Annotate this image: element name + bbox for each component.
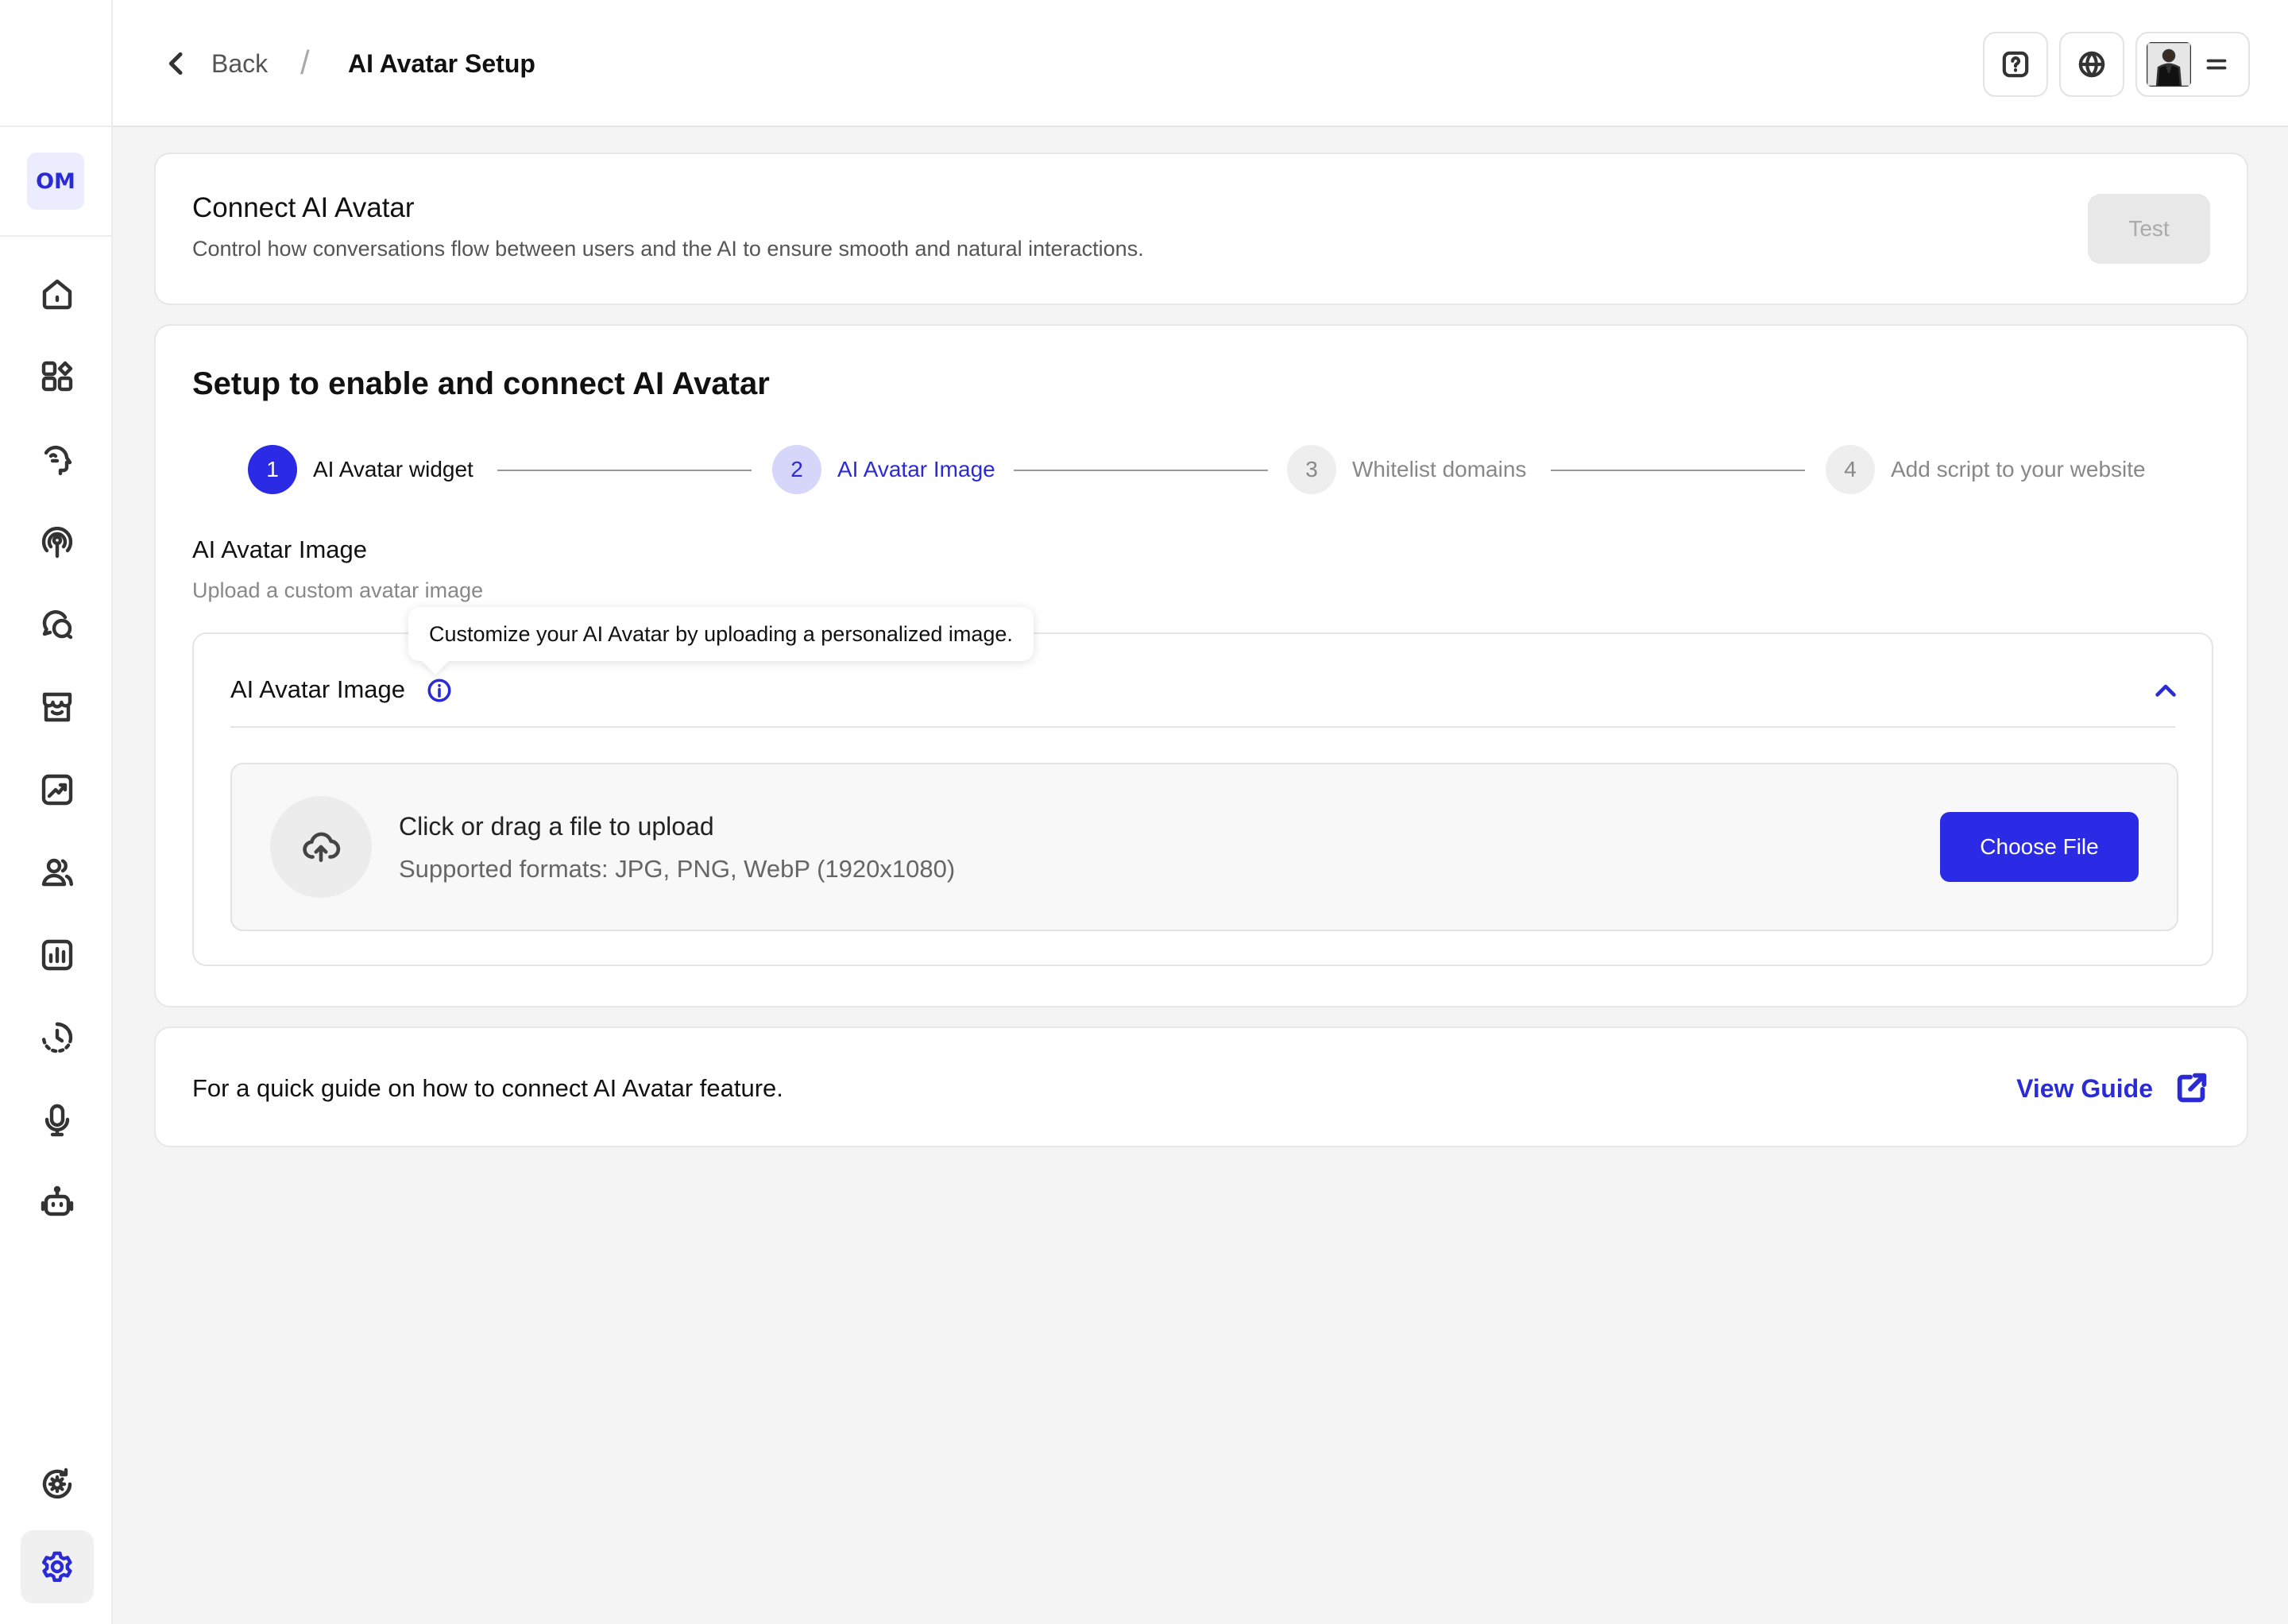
settings-icon[interactable] xyxy=(21,1530,94,1603)
upload-title: Click or drag a file to upload xyxy=(399,812,714,841)
users-icon[interactable] xyxy=(21,836,94,909)
step-4[interactable]: 4 Add script to your website xyxy=(1826,445,2146,494)
chart-up-icon[interactable] xyxy=(21,753,94,826)
step-1[interactable]: 1 AI Avatar widget xyxy=(248,445,473,494)
step-3[interactable]: 3 Whitelist domains xyxy=(1287,445,1526,494)
bar-chart-icon[interactable] xyxy=(21,918,94,992)
section-title: AI Avatar Image xyxy=(192,536,367,563)
upload-dropzone[interactable]: Click or drag a file to upload Supported… xyxy=(230,763,2178,931)
step-label: AI Avatar Image xyxy=(837,457,995,481)
view-guide-link[interactable]: View Guide xyxy=(2016,1073,2153,1104)
info-icon[interactable] xyxy=(426,677,453,704)
avatar xyxy=(2147,42,2191,87)
org-switcher: OM xyxy=(0,127,111,237)
connect-ai-avatar-card: Connect AI Avatar Control how conversati… xyxy=(154,153,2248,305)
info-tooltip: Customize your AI Avatar by uploading a … xyxy=(408,607,1034,661)
chat-icon[interactable] xyxy=(21,588,94,661)
back-button[interactable]: Back xyxy=(211,48,268,79)
history-icon[interactable] xyxy=(21,1001,94,1074)
step-number: 2 xyxy=(772,445,821,494)
org-badge[interactable]: OM xyxy=(27,153,84,210)
external-link-icon[interactable] xyxy=(2174,1069,2210,1106)
upload-formats: Supported formats: JPG, PNG, WebP (1920x… xyxy=(399,855,956,883)
setup-card: Setup to enable and connect AI Avatar 1 … xyxy=(154,324,2248,1007)
head-brain-icon[interactable] xyxy=(21,423,94,496)
connect-card-description: Control how conversations flow between u… xyxy=(192,237,1144,261)
step-connector xyxy=(1014,470,1268,471)
step-connector xyxy=(497,470,752,471)
guide-text: For a quick guide on how to connect AI A… xyxy=(192,1074,783,1102)
step-label: Add script to your website xyxy=(1891,457,2146,481)
avatar-image-panel: AI Avatar Image Click or drag a file to … xyxy=(192,632,2213,966)
help-icon xyxy=(2002,51,2029,78)
panel-title: AI Avatar Image xyxy=(230,675,405,703)
guide-card: For a quick guide on how to connect AI A… xyxy=(154,1027,2248,1147)
step-number: 4 xyxy=(1826,445,1875,494)
sidebar: OM xyxy=(0,0,113,1624)
chevron-up-icon[interactable] xyxy=(2151,677,2180,706)
step-number: 3 xyxy=(1287,445,1336,494)
page-title: AI Avatar Setup xyxy=(348,49,535,78)
grid-icon[interactable] xyxy=(21,340,94,413)
robot-icon[interactable] xyxy=(21,1166,94,1239)
connect-card-title: Connect AI Avatar xyxy=(192,192,415,223)
globe-icon xyxy=(2078,51,2105,78)
top-header: Back / AI Avatar Setup xyxy=(113,0,2288,127)
breadcrumb-separator: / xyxy=(300,44,310,81)
menu-icon xyxy=(2206,59,2227,70)
chevron-left-icon[interactable] xyxy=(160,48,192,79)
store-icon[interactable] xyxy=(21,671,94,744)
upload-icon-wrapper xyxy=(270,796,372,898)
step-connector xyxy=(1551,470,1805,471)
home-icon[interactable] xyxy=(21,257,94,331)
microphone-icon[interactable] xyxy=(21,1084,94,1157)
cloud-upload-icon xyxy=(303,832,341,862)
language-button[interactable] xyxy=(2059,32,2124,97)
sidebar-logo-area xyxy=(0,0,111,127)
step-2[interactable]: 2 AI Avatar Image xyxy=(772,445,995,494)
step-number: 1 xyxy=(248,445,297,494)
settings-refresh-icon[interactable] xyxy=(21,1448,94,1521)
setup-card-title: Setup to enable and connect AI Avatar xyxy=(192,366,770,401)
step-label: Whitelist domains xyxy=(1352,457,1527,481)
section-subtitle: Upload a custom avatar image xyxy=(192,578,484,602)
help-button[interactable] xyxy=(1983,32,2048,97)
step-label: AI Avatar widget xyxy=(313,457,473,481)
panel-divider xyxy=(230,726,2175,728)
broadcast-icon[interactable] xyxy=(21,505,94,578)
profile-menu-button[interactable] xyxy=(2135,32,2250,97)
choose-file-button[interactable]: Choose File xyxy=(1940,812,2139,882)
test-button[interactable]: Test xyxy=(2088,194,2210,264)
